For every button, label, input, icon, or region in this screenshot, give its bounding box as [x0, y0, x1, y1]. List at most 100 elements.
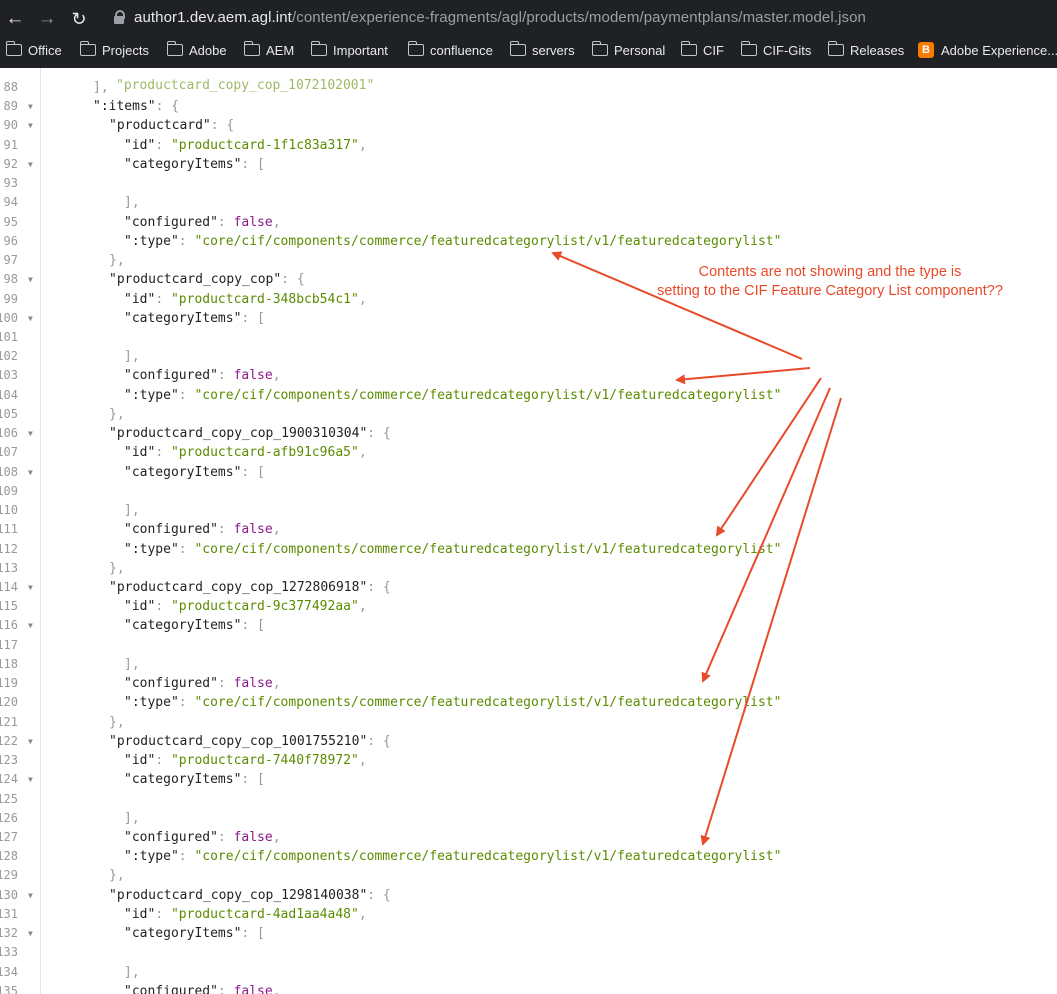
line-number: 112: [0, 541, 18, 556]
code-line: 128 ":type": "core/cif/components/commerc…: [0, 847, 1057, 866]
json-punctuation: :: [178, 695, 195, 711]
json-punctuation: },: [109, 868, 125, 884]
bookmark-confluence[interactable]: confluence: [407, 40, 493, 60]
json-key: ":type": [124, 849, 179, 865]
fold-toggle-icon[interactable]: ▼: [28, 463, 33, 482]
folder-icon: [407, 41, 424, 56]
json-key: ":type": [124, 233, 179, 249]
line-number: 125: [0, 791, 18, 806]
code-text: "productcard_copy_cop_1272806918": {: [109, 578, 391, 597]
line-number: 135: [0, 983, 18, 994]
fold-toggle-icon[interactable]: ▼: [28, 770, 33, 789]
fold-toggle-icon[interactable]: ▼: [28, 116, 33, 135]
lock-icon[interactable]: [114, 10, 125, 26]
bookmark-cif[interactable]: CIF: [680, 40, 724, 60]
reload-icon[interactable]: ↻: [66, 6, 92, 32]
json-punctuation: :: [155, 137, 171, 153]
bookmark-adobe-experience[interactable]: B Adobe Experience...: [918, 40, 1057, 60]
folder-icon: [509, 41, 526, 56]
bookmark-label: AEM: [266, 42, 295, 58]
bookmarks-bar: Office Projects Adobe AEM Important conf…: [0, 38, 1057, 62]
code-line: 129},: [0, 866, 1057, 885]
code-text: "categoryItems": [: [124, 309, 265, 328]
json-key: "categoryItems": [124, 310, 242, 326]
code-text: "configured": false,: [124, 674, 281, 693]
code-line: 120 ":type": "core/cif/components/commerc…: [0, 693, 1057, 712]
line-number: 127: [0, 829, 18, 844]
code-text: "configured": false,: [124, 828, 281, 847]
code-line: 106 ▼ "productcard_copy_cop_1900310304": {: [0, 424, 1057, 443]
code-text: "configured": false,: [124, 520, 281, 539]
fold-toggle-icon[interactable]: ▼: [28, 886, 33, 905]
code-line: 103 "configured": false,: [0, 366, 1057, 385]
json-punctuation: :: [155, 291, 171, 307]
line-number: 114: [0, 579, 18, 594]
code-line: 112 ":type": "core/cif/components/commerc…: [0, 540, 1057, 559]
code-text: ],: [124, 501, 140, 520]
code-line: 93: [0, 174, 1057, 193]
json-punctuation: ],: [124, 810, 140, 826]
code-text: },: [109, 866, 125, 885]
bookmark-adobe[interactable]: Adobe: [166, 40, 227, 60]
line-number: 90: [3, 118, 18, 133]
fold-toggle-icon[interactable]: ▼: [28, 309, 33, 328]
json-punctuation: ],: [124, 195, 140, 211]
json-punctuation: : [: [241, 156, 265, 172]
back-arrow-icon[interactable]: ←: [2, 6, 28, 32]
json-punctuation: ],: [124, 349, 140, 365]
json-punctuation: : {: [367, 426, 391, 442]
line-number: 117: [0, 637, 18, 652]
bookmark-projects[interactable]: Projects: [79, 40, 149, 60]
line-number: 95: [3, 214, 18, 229]
fold-toggle-icon[interactable]: ▼: [28, 924, 33, 943]
fold-toggle-icon[interactable]: ▼: [28, 155, 33, 174]
fold-toggle-icon[interactable]: ▼: [28, 616, 33, 635]
code-line: 108 ▼ "categoryItems": [: [0, 463, 1057, 482]
bookmark-important[interactable]: Important: [310, 40, 388, 60]
folder-icon: [680, 41, 697, 56]
bookmark-label: Adobe: [189, 42, 227, 58]
code-line: 95 "configured": false,: [0, 213, 1057, 232]
fold-toggle-icon[interactable]: ▼: [28, 732, 33, 751]
bookmark-releases[interactable]: Releases: [827, 40, 904, 60]
json-key: "categoryItems": [124, 156, 242, 172]
bookmark-aem[interactable]: AEM: [243, 40, 295, 60]
json-punctuation: : [: [241, 772, 265, 788]
code-text: "id": "productcard-9c377492aa",: [124, 597, 367, 616]
json-punctuation: :: [155, 445, 171, 461]
json-punctuation: :: [155, 753, 171, 769]
code-text: ],: [124, 809, 140, 828]
url-text[interactable]: author1.dev.aem.agl.int/content/experien…: [134, 9, 866, 26]
bookmark-label: Projects: [102, 42, 149, 58]
code-line: 116 ▼ "categoryItems": [: [0, 616, 1057, 635]
code-line: 92 ▼ "categoryItems": [: [0, 155, 1057, 174]
bookmark-office[interactable]: Office: [5, 40, 62, 60]
code-line: 102],: [0, 347, 1057, 366]
forward-arrow-icon[interactable]: →: [34, 6, 60, 32]
fold-toggle-icon[interactable]: ▼: [28, 578, 33, 597]
code-line: 135 "configured": false,: [0, 982, 1057, 994]
json-viewer[interactable]: "productcard_copy_cop_1072102001" 88], 89…: [0, 68, 1057, 994]
line-number: 92: [3, 156, 18, 171]
folder-icon: [740, 41, 757, 56]
fold-toggle-icon[interactable]: ▼: [28, 424, 33, 443]
code-line: 101: [0, 328, 1057, 347]
fold-toggle-icon[interactable]: ▼: [28, 97, 33, 116]
line-number: 123: [0, 753, 18, 768]
json-key: "productcard_copy_cop_1298140038": [109, 887, 368, 903]
line-number: 121: [0, 714, 18, 729]
json-key: ":type": [124, 695, 179, 711]
code-line: 96 ":type": "core/cif/components/commerce…: [0, 232, 1057, 251]
code-text: "id": "productcard-348bcb54c1",: [124, 290, 367, 309]
bookmark-cif-gits[interactable]: CIF-Gits: [740, 40, 811, 60]
json-boolean: false: [233, 368, 273, 384]
line-number: 91: [3, 137, 18, 152]
json-punctuation: :: [155, 906, 171, 922]
bookmark-servers[interactable]: servers: [509, 40, 575, 60]
fold-toggle-icon[interactable]: ▼: [28, 270, 33, 289]
json-key: "configured": [124, 983, 218, 994]
json-key: "productcard": [109, 118, 211, 134]
line-number: 104: [0, 387, 18, 402]
bookmark-personal[interactable]: Personal: [591, 40, 665, 60]
line-number: 132: [0, 926, 18, 941]
